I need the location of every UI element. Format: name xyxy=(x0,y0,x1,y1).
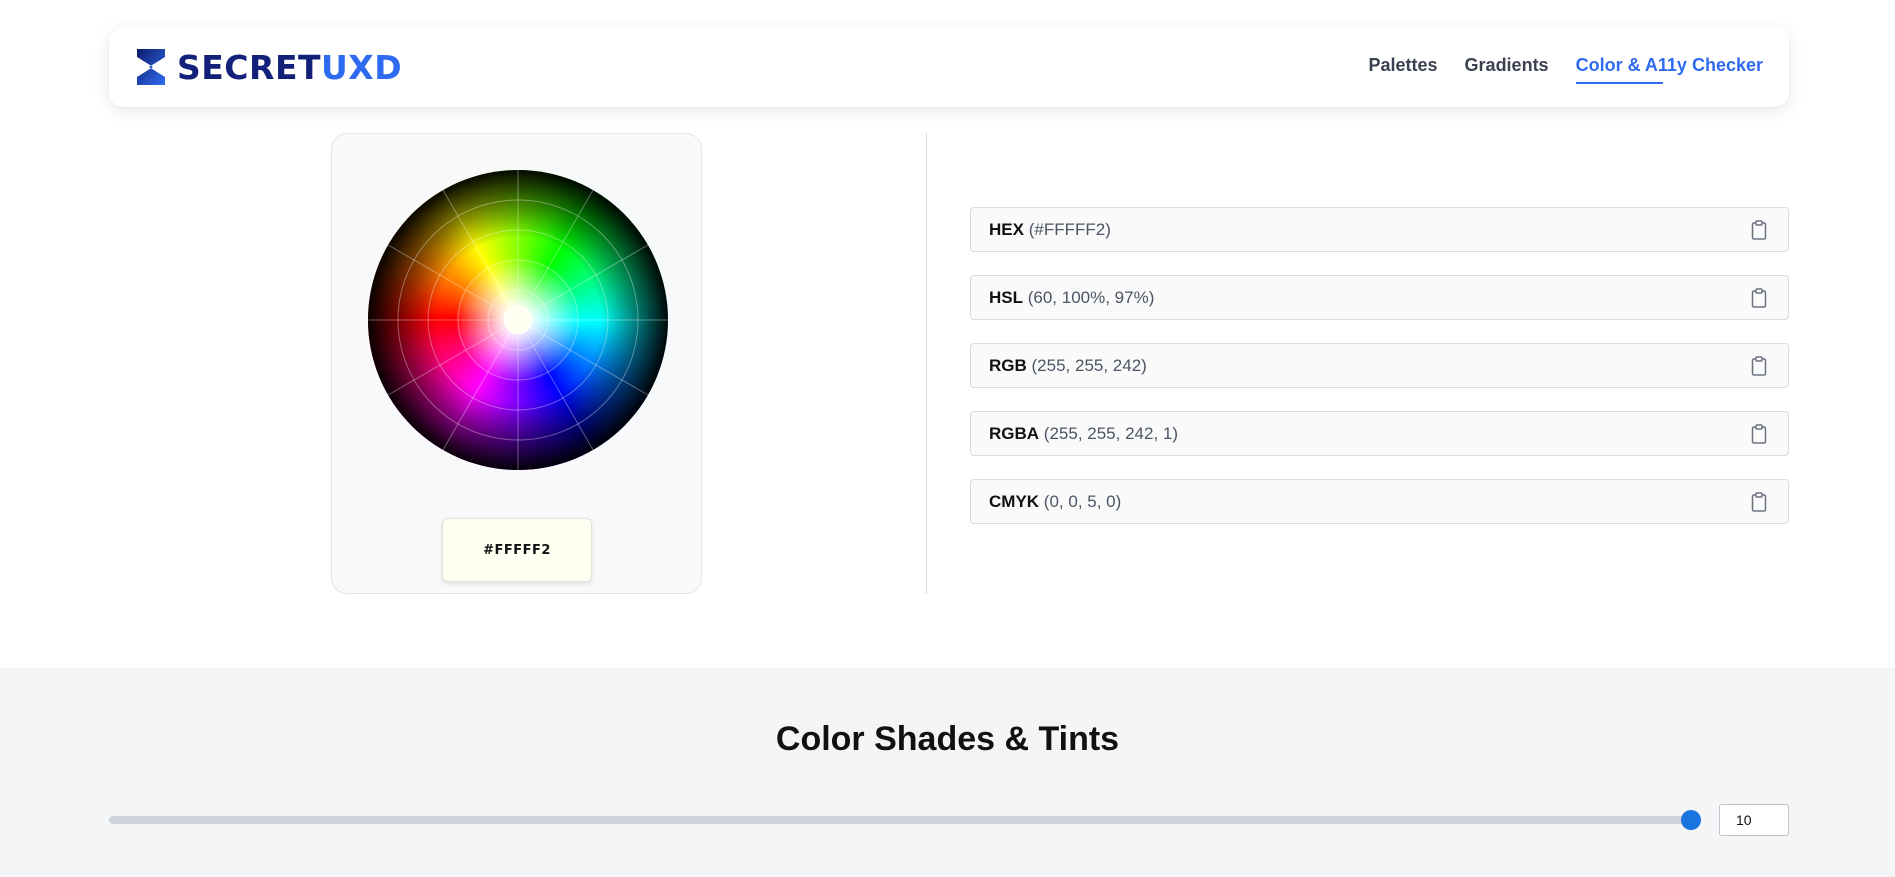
logo-mark-icon xyxy=(137,49,165,85)
nav-links: Palettes Gradients Color & A11y Checker xyxy=(1369,55,1763,84)
clipboard-icon xyxy=(1751,287,1767,308)
shades-section: Color Shades & Tints xyxy=(0,668,1895,877)
format-value: (60, 100%, 97%) xyxy=(1027,287,1155,307)
format-name: RGBA xyxy=(989,423,1040,443)
clipboard-icon xyxy=(1751,355,1767,376)
format-name: HSL xyxy=(989,287,1023,307)
shades-title: Color Shades & Tints xyxy=(775,720,1120,758)
clipboard-icon xyxy=(1751,219,1767,240)
format-name: HEX xyxy=(989,219,1024,239)
format-name: CMYK xyxy=(989,491,1040,511)
clipboard-icon xyxy=(1751,491,1767,512)
format-value: (#FFFFF2) xyxy=(1028,219,1111,239)
format-value: (255, 255, 242) xyxy=(1031,355,1147,375)
brand[interactable]: SECRETUXD xyxy=(135,48,402,87)
wheel-selector[interactable] xyxy=(503,305,533,335)
copy-rgb-button[interactable] xyxy=(1748,355,1770,377)
color-picker-card: #FFFFF2 xyxy=(331,133,702,594)
copy-rgba-button[interactable] xyxy=(1748,423,1770,445)
vertical-divider xyxy=(926,133,927,594)
brand-name: SECRETUXD xyxy=(177,47,403,87)
color-format-list: HEX (#FFFFF2) HSL (60, 100%, 97%) RGB (2… xyxy=(970,207,1789,547)
format-value: (255, 255, 242, 1) xyxy=(1043,423,1179,443)
selected-hex-label: #FFFFF2 xyxy=(483,542,551,558)
format-row-rgb: RGB (255, 255, 242) xyxy=(970,343,1789,388)
copy-cmyk-button[interactable] xyxy=(1748,491,1770,513)
shade-count-slider-thumb[interactable] xyxy=(1681,810,1701,830)
format-row-rgba: RGBA (255, 255, 242, 1) xyxy=(970,411,1789,456)
nav-link-palettes[interactable]: Palettes xyxy=(1369,55,1438,80)
copy-hex-button[interactable] xyxy=(1748,219,1770,241)
selected-color-swatch: #FFFFF2 xyxy=(442,518,592,582)
top-navbar: SECRETUXD Palettes Gradients Color & A11… xyxy=(109,27,1789,107)
format-row-hex: HEX (#FFFFF2) xyxy=(970,207,1789,252)
shade-count-input[interactable] xyxy=(1719,804,1789,836)
format-value: (0, 0, 5, 0) xyxy=(1043,491,1122,511)
format-row-cmyk: CMYK (0, 0, 5, 0) xyxy=(970,479,1789,524)
nav-link-gradients[interactable]: Gradients xyxy=(1465,55,1549,80)
format-name: RGB xyxy=(989,355,1027,375)
nav-link-color-a11y-checker[interactable]: Color & A11y Checker xyxy=(1575,55,1763,84)
shade-count-slider-track[interactable] xyxy=(109,816,1692,824)
clipboard-icon xyxy=(1751,423,1767,444)
format-row-hsl: HSL (60, 100%, 97%) xyxy=(970,275,1789,320)
color-wheel[interactable] xyxy=(368,170,668,470)
copy-hsl-button[interactable] xyxy=(1748,287,1770,309)
